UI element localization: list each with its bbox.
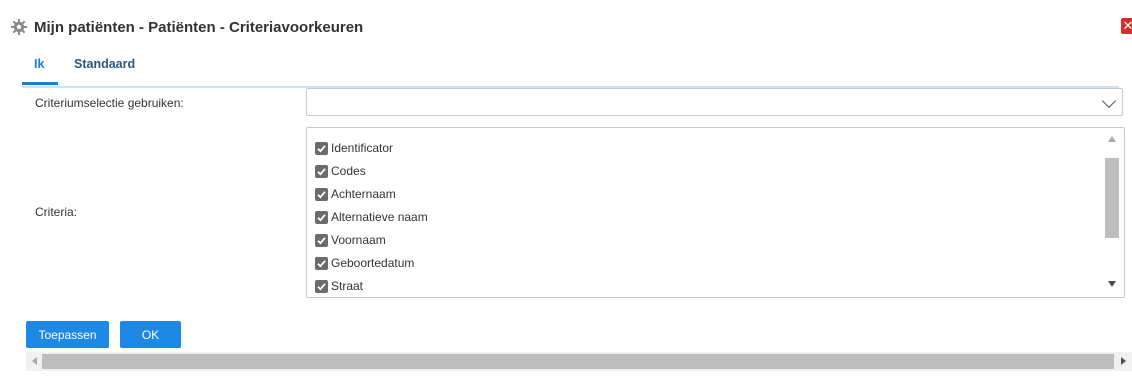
close-icon: ✕ bbox=[1122, 18, 1132, 33]
criteria-item-geboortedatum[interactable]: Geboortedatum bbox=[315, 253, 414, 273]
window-title: Mijn patiënten - Patiënten - Criteriavoo… bbox=[34, 18, 364, 36]
tab-standaard[interactable]: Standaard bbox=[74, 57, 135, 71]
criteria-item-alternatieve-naam[interactable]: Alternatieve naam bbox=[315, 207, 428, 227]
scroll-left-icon[interactable] bbox=[32, 357, 37, 365]
vertical-scrollbar[interactable] bbox=[1105, 134, 1119, 291]
tab-ik[interactable]: Ik bbox=[21, 57, 60, 85]
checkbox-checked-icon[interactable] bbox=[315, 233, 328, 247]
criteria-label: Criteria: bbox=[35, 205, 78, 219]
apply-button[interactable]: Toepassen bbox=[26, 321, 109, 348]
chevron-down-icon bbox=[1101, 93, 1117, 109]
checkbox-checked-icon[interactable] bbox=[315, 279, 328, 293]
checkbox-checked-icon[interactable] bbox=[315, 164, 328, 178]
criteria-item-achternaam[interactable]: Achternaam bbox=[315, 184, 396, 204]
criteria-item-identificator[interactable]: Identificator bbox=[315, 138, 393, 158]
title-bar: Mijn patiënten - Patiënten - Criteriavoo… bbox=[10, 16, 363, 38]
scroll-up-icon[interactable] bbox=[1108, 136, 1116, 142]
checkbox-checked-icon[interactable] bbox=[315, 210, 328, 224]
scroll-down-icon[interactable] bbox=[1108, 281, 1116, 287]
checkbox-checked-icon[interactable] bbox=[315, 187, 328, 201]
ok-button[interactable]: OK bbox=[120, 321, 181, 348]
criteria-list[interactable]: Identificator Codes Achternaam Alternati… bbox=[306, 127, 1125, 298]
checkbox-checked-icon[interactable] bbox=[315, 256, 328, 270]
criteria-item-codes[interactable]: Codes bbox=[315, 161, 366, 181]
scroll-right-icon[interactable] bbox=[1121, 357, 1126, 365]
tab-bar: Ik Standaard bbox=[21, 52, 1119, 88]
horizontal-scrollbar[interactable] bbox=[26, 352, 1132, 371]
scrollbar-thumb[interactable] bbox=[42, 354, 1114, 369]
criteria-item-straat[interactable]: Straat bbox=[315, 276, 363, 296]
scrollbar-thumb[interactable] bbox=[1105, 158, 1119, 238]
criteria-item-voornaam[interactable]: Voornaam bbox=[315, 230, 386, 250]
checkbox-checked-icon[interactable] bbox=[315, 141, 328, 155]
selection-label: Criteriumselectie gebruiken: bbox=[35, 96, 184, 110]
close-button[interactable]: ✕ bbox=[1121, 18, 1132, 34]
criteria-selection-dropdown[interactable] bbox=[306, 88, 1123, 116]
gear-icon bbox=[10, 18, 28, 36]
